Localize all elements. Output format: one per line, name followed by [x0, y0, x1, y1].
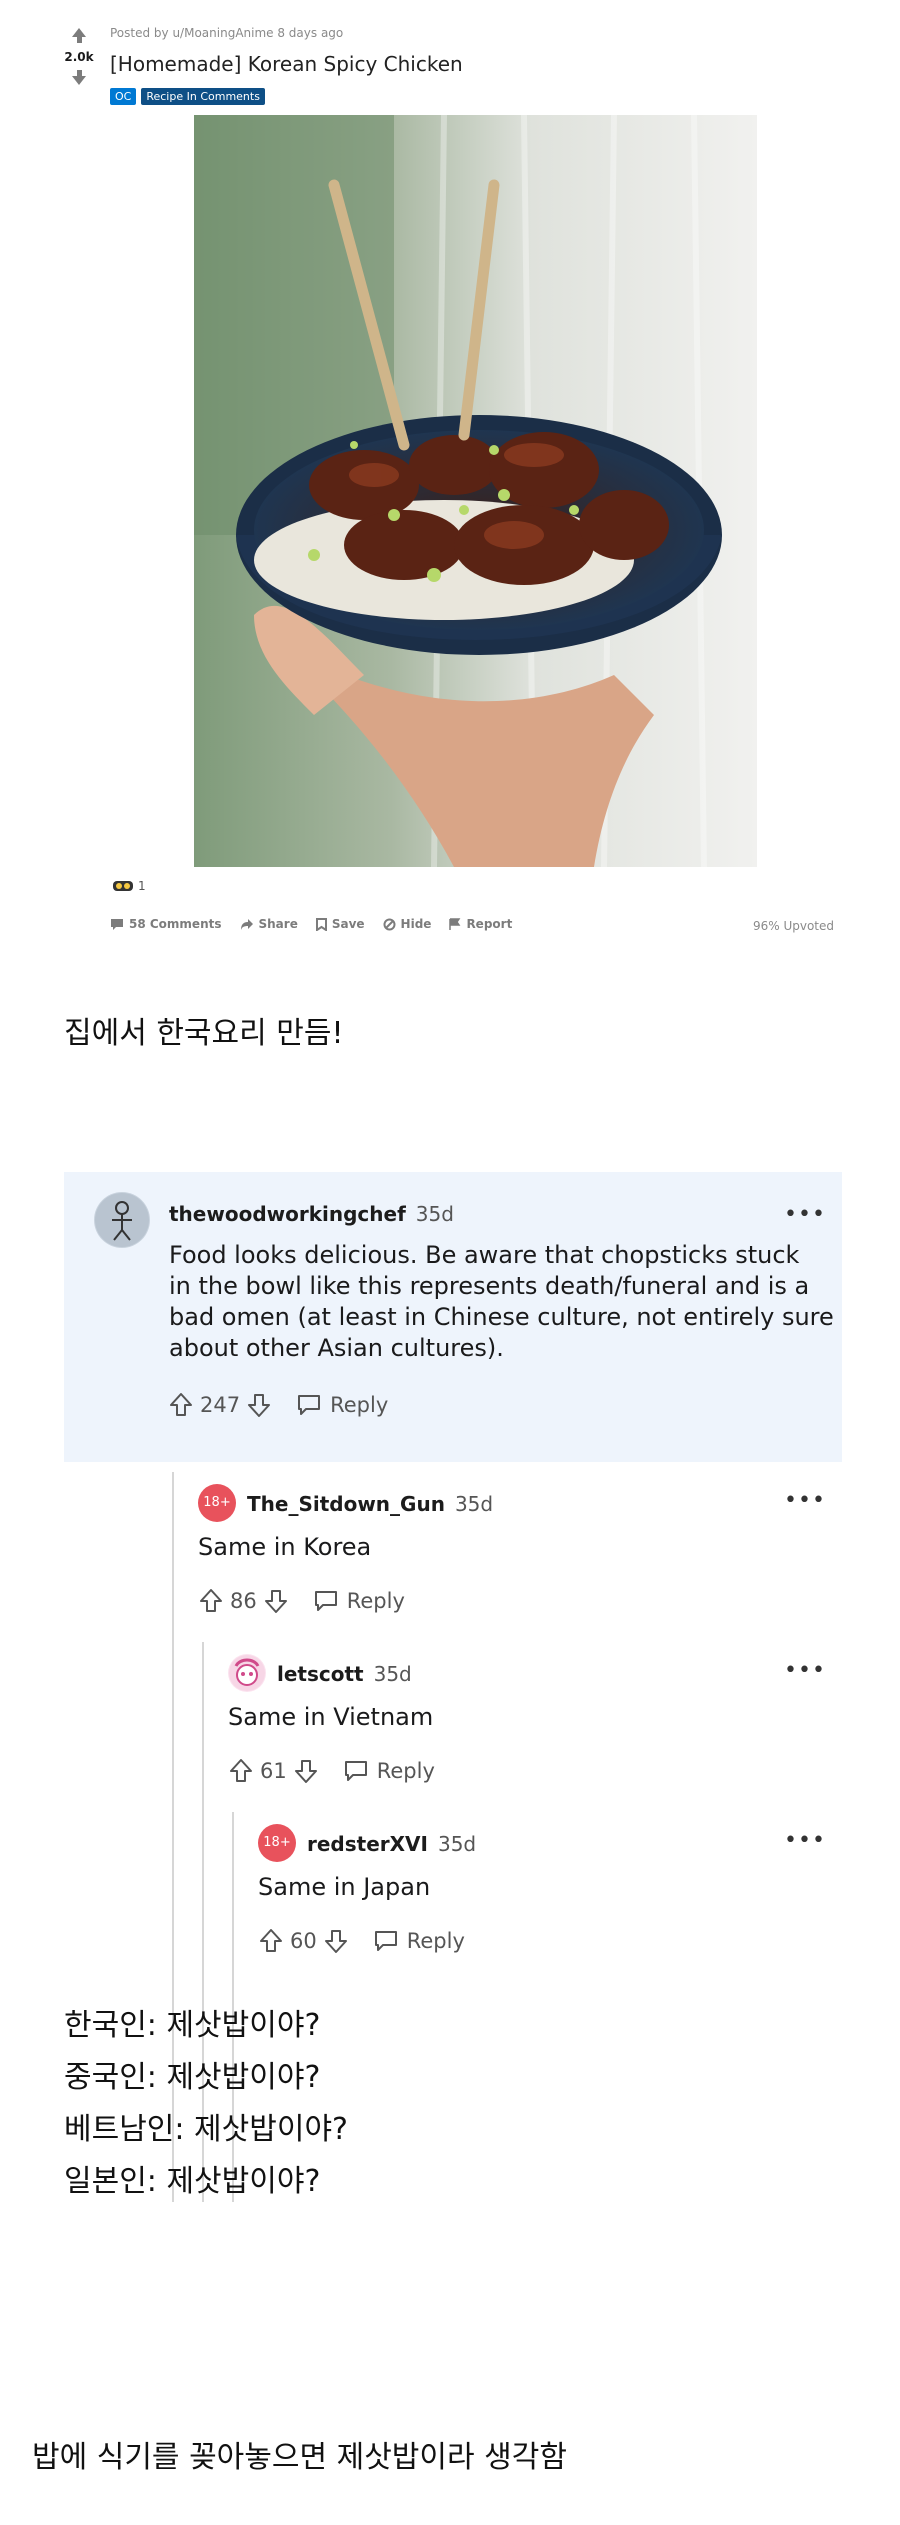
caption-cooked-korean: 집에서 한국요리 만듬! — [64, 1016, 344, 1051]
vote-count: 61 — [260, 1759, 287, 1783]
caption-explanation: 밥에 식기를 꽂아놓으면 제삿밥이라 생각함 — [32, 2440, 567, 2475]
top-comment: thewoodworkingchef 35d ••• Food looks del… — [64, 1172, 842, 1462]
reply-bubble-icon — [374, 1931, 397, 1951]
flair-recipe[interactable]: Recipe In Comments — [141, 88, 265, 105]
reply-bubble-icon — [298, 1395, 321, 1415]
post-actions: 58 Comments Share Save Hide Report — [110, 917, 512, 931]
comment-body: Same in Vietnam — [228, 1703, 434, 1731]
upvote-icon[interactable] — [60, 28, 98, 43]
reply-button[interactable]: Reply — [313, 1589, 405, 1613]
comment-age: 35d — [437, 1832, 477, 1856]
post-vote-column: 2.0k — [60, 28, 98, 85]
reply-button[interactable]: Reply — [343, 1759, 435, 1783]
downvote-icon[interactable] — [263, 1588, 289, 1614]
downvote-icon[interactable] — [323, 1928, 349, 1954]
comment-icon — [111, 918, 123, 930]
comment-username[interactable]: redsterXVI 35d — [307, 1832, 476, 1856]
post-flairs: OC Recipe In Comments — [110, 88, 265, 105]
more-options-icon[interactable]: ••• — [784, 1488, 826, 1513]
flag-icon — [449, 917, 461, 930]
reply-bubble-icon — [314, 1591, 337, 1611]
award-icon — [113, 881, 133, 891]
comments-button[interactable]: 58 Comments — [110, 917, 222, 931]
downvote-icon[interactable] — [60, 70, 98, 85]
hide-label: Hide — [400, 917, 432, 931]
avatar[interactable] — [228, 1654, 266, 1692]
comment-body: Same in Japan — [258, 1873, 431, 1901]
caption-vietnamese: 베트남인: 제삿밥이야? — [64, 2112, 348, 2147]
vote-count: 247 — [200, 1393, 241, 1417]
comment-username[interactable]: thewoodworkingchef 35d — [169, 1202, 454, 1226]
comment-username[interactable]: The_Sitdown_Gun 35d — [247, 1492, 493, 1516]
save-label: Save — [331, 917, 365, 931]
vote-count: 60 — [290, 1929, 317, 1953]
more-options-icon[interactable]: ••• — [784, 1202, 826, 1227]
comment-controls: 86 Reply — [198, 1588, 405, 1614]
avatar[interactable] — [94, 1192, 150, 1248]
caption-chinese: 중국인: 제삿밥이야? — [64, 2060, 321, 2095]
share-button[interactable]: Share — [240, 917, 298, 931]
award-row[interactable]: 1 — [112, 879, 146, 893]
comment-age: 35d — [415, 1202, 454, 1226]
caption-japanese: 일본인: 제삿밥이야? — [64, 2164, 321, 2199]
comment-age: 35d — [454, 1492, 494, 1516]
downvote-icon[interactable] — [293, 1758, 319, 1784]
upvote-icon[interactable] — [168, 1392, 194, 1418]
comment-username[interactable]: letscott 35d — [277, 1662, 412, 1686]
vote-count: 86 — [230, 1589, 257, 1613]
comment-body: Same in Korea — [198, 1533, 372, 1561]
comment-thread: thewoodworkingchef 35d ••• Food looks del… — [64, 1172, 842, 2202]
avatar[interactable]: 18+ — [198, 1484, 236, 1522]
flair-oc[interactable]: OC — [110, 88, 137, 105]
comments-label: 58 Comments — [129, 917, 222, 931]
share-label: Share — [258, 917, 298, 931]
report-label: Report — [466, 917, 513, 931]
bookmark-icon — [315, 917, 327, 931]
comment-age: 35d — [373, 1662, 412, 1686]
upvote-ratio: 96% Upvoted — [752, 919, 834, 933]
chicken-bowl-photo — [194, 115, 757, 867]
upvote-icon[interactable] — [198, 1588, 224, 1614]
reply-bubble-icon — [344, 1761, 367, 1781]
report-button[interactable]: Report — [449, 917, 512, 931]
avatar[interactable]: 18+ — [258, 1824, 296, 1862]
posted-by[interactable]: Posted by u/MoaningAnime 8 days ago — [110, 26, 343, 40]
post-score: 2.0k — [64, 50, 94, 64]
comment-controls: 60 Reply — [258, 1928, 465, 1954]
share-icon — [240, 918, 253, 930]
stickman-avatar-icon — [95, 1193, 149, 1247]
post-title[interactable]: [Homemade] Korean Spicy Chicken — [110, 52, 463, 76]
save-button[interactable]: Save — [315, 917, 365, 931]
reply-button[interactable]: Reply — [296, 1393, 388, 1417]
upvote-icon[interactable] — [228, 1758, 254, 1784]
snoo-avatar-icon — [229, 1655, 265, 1691]
caption-korean: 한국인: 제삿밥이야? — [64, 2008, 321, 2043]
upvote-icon[interactable] — [258, 1928, 284, 1954]
comment-controls: 61 Reply — [228, 1758, 435, 1784]
hide-button[interactable]: Hide — [383, 917, 432, 931]
award-count: 1 — [138, 879, 146, 893]
hide-icon — [383, 918, 396, 930]
more-options-icon[interactable]: ••• — [784, 1828, 826, 1853]
downvote-icon[interactable] — [246, 1392, 272, 1418]
more-options-icon[interactable]: ••• — [784, 1658, 826, 1683]
reply-button[interactable]: Reply — [373, 1929, 465, 1953]
post-image[interactable] — [194, 115, 757, 867]
comment-controls: 247 Reply — [168, 1392, 388, 1418]
comment-body: Food looks delicious. Be aware that chop… — [169, 1241, 834, 1362]
post-card: 2.0k Posted by u/MoaningAnime 8 days ago… — [0, 0, 900, 960]
